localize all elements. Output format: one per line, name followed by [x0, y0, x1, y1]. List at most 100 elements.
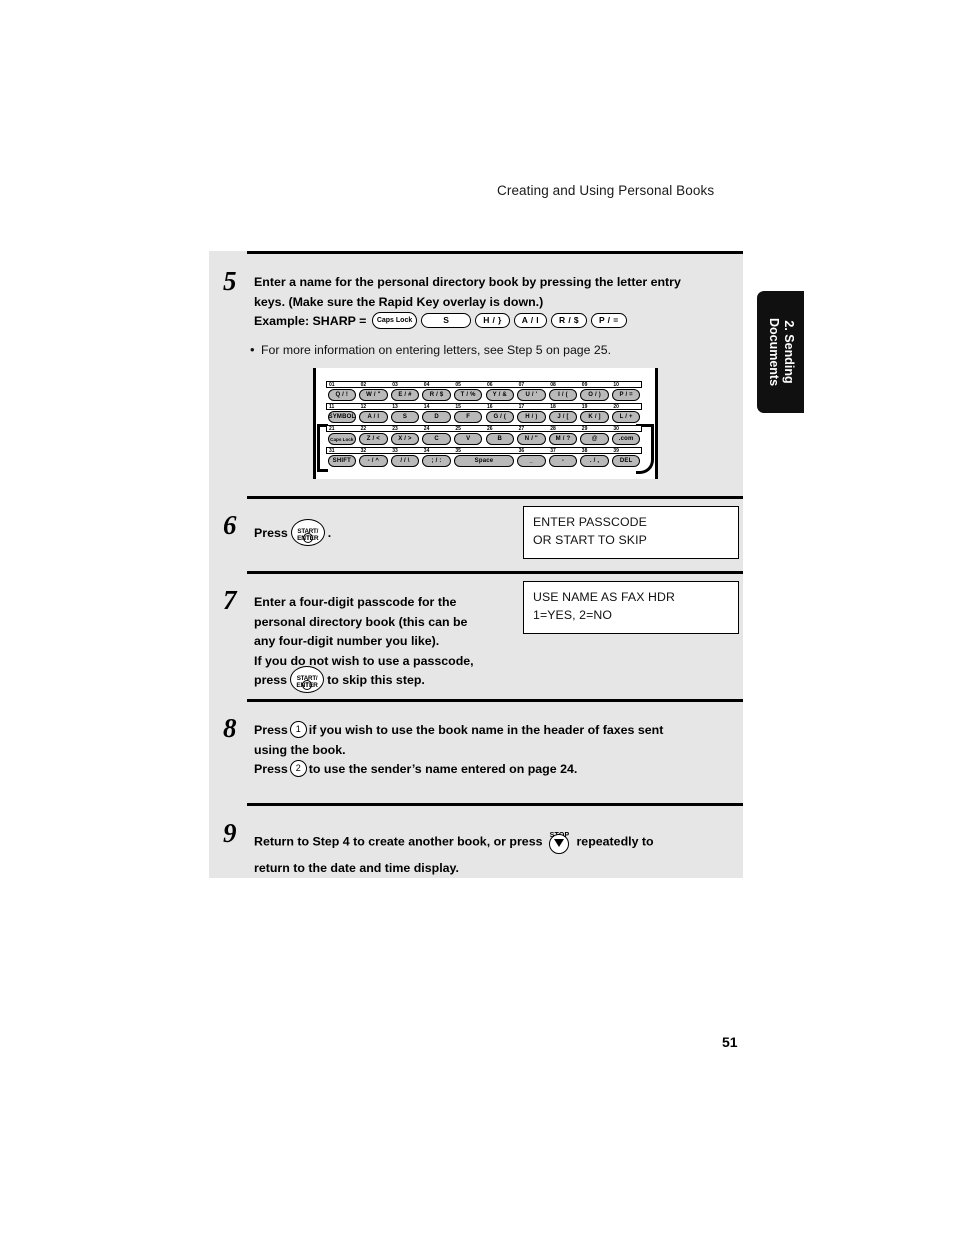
step-8-number: 8 [223, 713, 237, 743]
overlay-key-29[interactable]: @ [580, 433, 609, 445]
step-8-line1-post: if you wish to use the book name in the … [308, 723, 664, 737]
keycap-r[interactable]: R / $ [551, 313, 587, 329]
keyboard-rows: 01 02 03 04 05 06 07 08 09 10 Q / ! W / " E / # R / $… [326, 381, 642, 468]
overlay-key-07[interactable]: U / ' [517, 389, 546, 401]
instruction-panel: 5 Enter a name for the personal director… [209, 251, 743, 878]
keyboard-row-2: 11 12 13 14 15 16 17 18 19 20 SYMBOL A / lSDFG / (H… [326, 403, 642, 425]
rapid-key-number-07: 07 [518, 381, 525, 388]
step-7-line5-pre: press [254, 672, 288, 687]
bullet-dot-icon: • [250, 342, 255, 357]
overlay-key-32[interactable]: - / ^ [359, 455, 388, 467]
start-enter-key[interactable]: START/ ENTER [290, 666, 325, 693]
rapid-key-number-30: 30 [613, 425, 619, 432]
step-5-text: Enter a name for the personal directory … [254, 273, 736, 332]
step-9-line1-pre: Return to Step 4 to create another book,… [254, 834, 543, 849]
overlay-key-15[interactable]: F [453, 411, 483, 423]
step-7-line4: If you do not wish to use a passcode, [254, 653, 474, 668]
lcd-display-step-6: ENTER PASSCODE OR START TO SKIP [523, 506, 739, 559]
overlay-key-28[interactable]: M / ? [548, 433, 578, 445]
overlay-key-12[interactable]: A / l [359, 411, 388, 423]
rapid-key-number-20: 20 [613, 403, 619, 410]
overlay-key-23[interactable]: X / > [390, 433, 420, 445]
overlay-key-18[interactable]: J / [ [548, 411, 578, 423]
overlay-key-09[interactable]: O / ) [580, 389, 609, 401]
overlay-key-04[interactable]: R / $ [422, 389, 451, 401]
overlay-key-02[interactable]: W / " [359, 389, 388, 401]
overlay-key-27[interactable]: N / " [517, 433, 546, 445]
step-9-line2: return to the date and time display. [254, 861, 459, 875]
overlay-key-39[interactable]: DEL [611, 455, 641, 467]
start-enter-key[interactable]: START/ ENTER [290, 519, 325, 546]
overlay-key-21[interactable]: Caps Lock [327, 433, 357, 445]
overlay-key-08[interactable]: I / ( [548, 389, 578, 401]
overlay-key-36[interactable]: _ [517, 455, 546, 467]
overlay-key-33[interactable]: / / \ [390, 455, 420, 467]
overlay-key-34[interactable]: ; / : [422, 455, 451, 467]
keycap-h[interactable]: H / } [475, 313, 510, 329]
overlay-key-13[interactable]: S [390, 411, 420, 423]
overlay-key-24[interactable]: C [422, 433, 451, 445]
overlay-key-14[interactable]: D [422, 411, 451, 423]
numeric-key-1[interactable]: 1 [289, 721, 307, 739]
step-7-text-cont: press START/ ENTER to skip this step. [254, 666, 544, 694]
step-6-trailing: . [327, 525, 332, 540]
overlay-key-30[interactable]: .com [611, 433, 641, 445]
rapid-key-number-34: 34 [423, 447, 430, 454]
overlay-key-20[interactable]: L / + [611, 411, 641, 423]
rapid-key-number-05: 05 [455, 381, 461, 388]
overlay-key-35[interactable]: Space [453, 455, 515, 467]
overlay-key-37[interactable]: - [548, 455, 578, 467]
rapid-key-number-03: 03 [392, 381, 398, 388]
overlay-key-11[interactable]: SYMBOL [327, 411, 357, 423]
keycap-s[interactable]: S [421, 313, 472, 329]
rapid-key-number-35: 35 [455, 447, 461, 454]
numeric-key-2[interactable]: 2 [289, 760, 307, 778]
step-7-line2: personal directory book (this can be [254, 614, 468, 629]
lcd-display-step-7: USE NAME AS FAX HDR 1=YES, 2=NO [523, 581, 739, 634]
rapid-key-number-37: 37 [550, 447, 556, 454]
rapid-key-number-27: 27 [518, 425, 525, 432]
step-7-number: 7 [223, 585, 237, 615]
overlay-key-38[interactable]: . / , [580, 455, 609, 467]
overlay-key-25[interactable]: V [453, 433, 483, 445]
step-8-line2: using the book. [254, 742, 346, 757]
overlay-key-31[interactable]: SHIFT [327, 455, 357, 467]
step-5-bullet: • For more information on entering letter… [250, 341, 731, 359]
chapter-thumb-tab-text: 2. Sending Documents [766, 318, 796, 386]
rapid-key-number-32: 32 [360, 447, 367, 454]
keycap-a[interactable]: A / l [513, 313, 548, 329]
overlay-key-03[interactable]: E / # [390, 389, 420, 401]
step-5-line1: Enter a name for the personal directory … [254, 275, 681, 289]
overlay-key-26[interactable]: B [485, 433, 515, 445]
rapid-key-number-25: 25 [455, 425, 461, 432]
overlay-key-16[interactable]: G / ( [485, 411, 515, 423]
rapid-key-number-26: 26 [487, 425, 493, 432]
keycap-caps-lock[interactable]: Caps Lock [371, 312, 418, 330]
stop-key[interactable]: STOP [546, 825, 572, 855]
running-head: Creating and Using Personal Books [497, 183, 715, 198]
rapid-key-number-28: 28 [550, 425, 556, 432]
step-8: 8 Press 1 if you wish to use the book name… [209, 699, 743, 802]
overlay-key-17[interactable]: H / ) [517, 411, 546, 423]
rapid-key-number-09: 09 [581, 381, 588, 388]
rapid-key-number-36: 36 [518, 447, 525, 454]
rapid-key-number-39: 39 [613, 447, 619, 454]
overlay-key-06[interactable]: Y / & [485, 389, 515, 401]
overlay-key-05[interactable]: T / % [453, 389, 483, 401]
overlay-key-01[interactable]: Q / ! [327, 389, 357, 401]
step-9-text: Return to Step 4 to create another book,… [254, 827, 739, 879]
rapid-key-number-13: 13 [392, 403, 398, 410]
rapid-key-number-38: 38 [581, 447, 588, 454]
rapid-key-number-04: 04 [423, 381, 430, 388]
rapid-key-number-strip-3: 21 22 23 24 25 26 27 28 29 30 [326, 425, 642, 432]
keycap-p[interactable]: P / = [591, 313, 627, 329]
overlay-key-22[interactable]: Z / < [359, 433, 388, 445]
rapid-key-number-strip-1: 01 02 03 04 05 06 07 08 09 10 [326, 381, 642, 388]
rapid-key-number-strip-2: 11 12 13 14 15 16 17 18 19 20 [326, 403, 642, 410]
lcd-step-7-line2: 1=YES, 2=NO [533, 607, 613, 622]
step-5-bullet-text: For more information on entering letters… [261, 343, 611, 357]
overlay-key-19[interactable]: K / ] [580, 411, 609, 423]
overlay-key-10[interactable]: P / = [611, 389, 641, 401]
keyboard-row-4: 31 32 33 34 35 36 37 38 39 SHIFT - / ^ / / \; / : Sp… [326, 447, 642, 469]
step-8-line1-pre: Press [254, 723, 288, 737]
